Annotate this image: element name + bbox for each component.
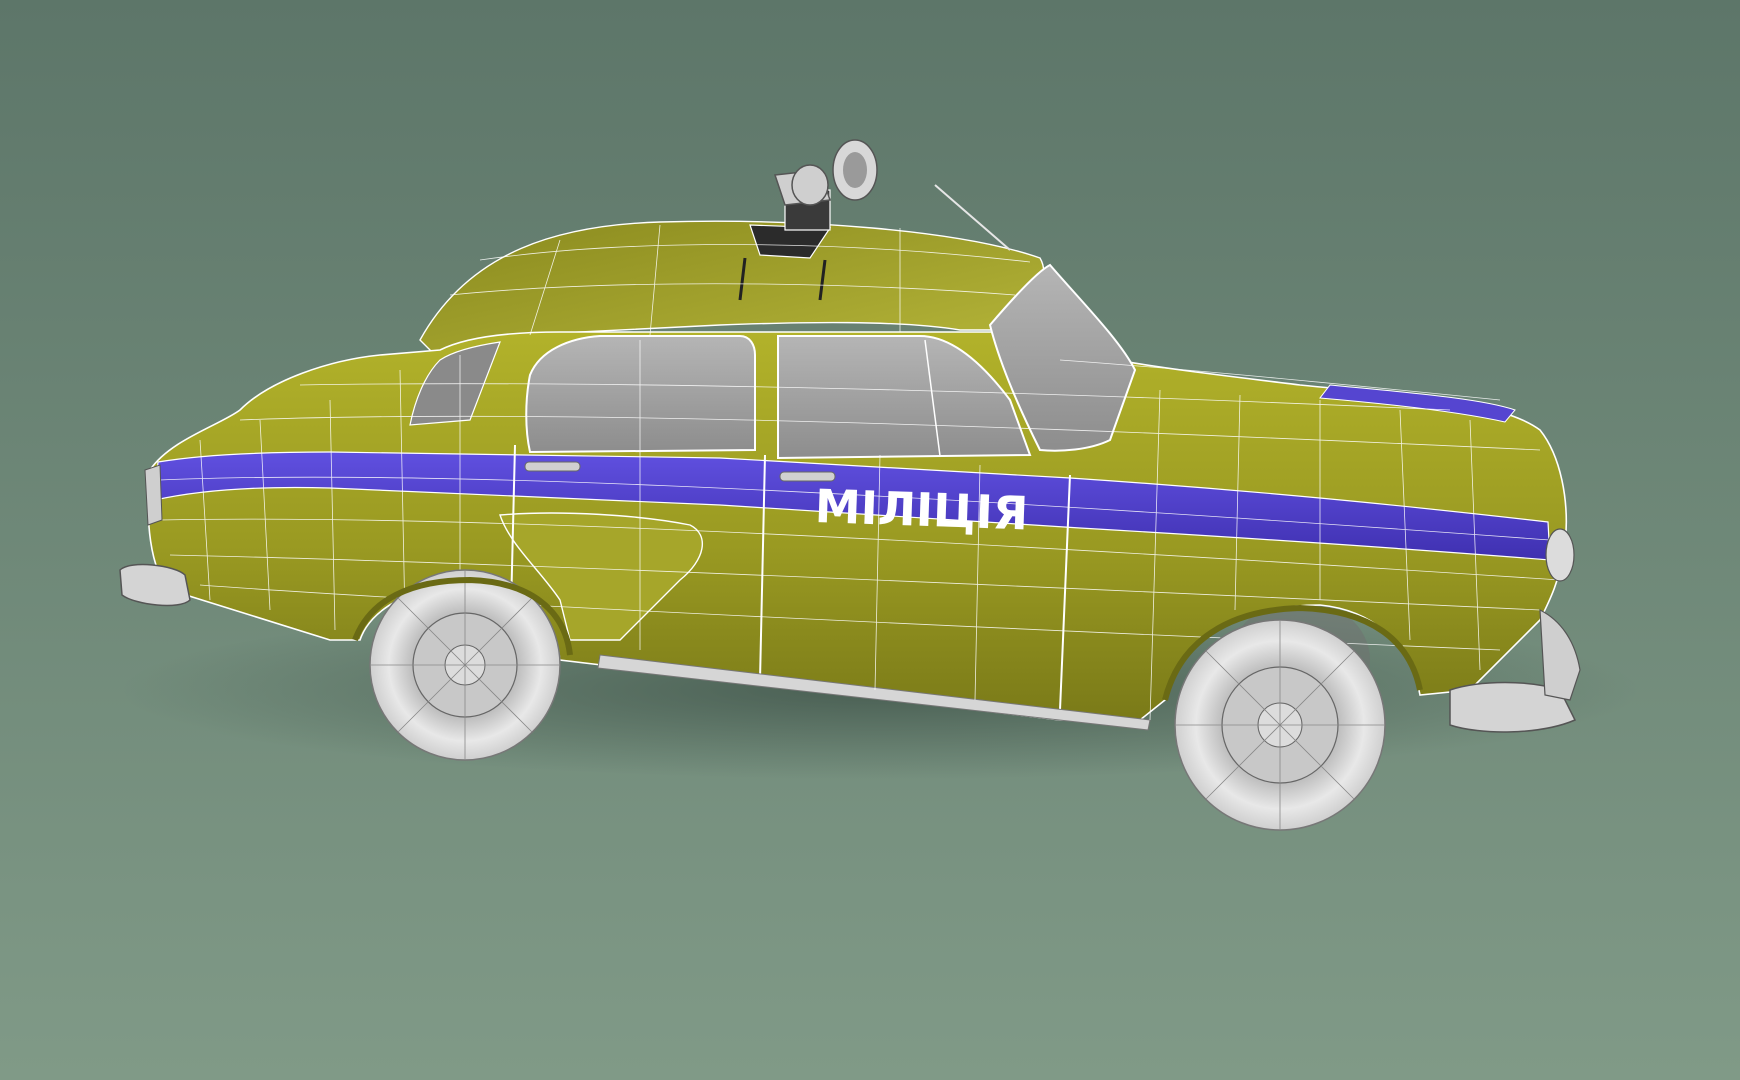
door-lettering: МІЛІЦІЯ <box>814 479 1029 540</box>
rear-door-window <box>525 335 756 454</box>
rear-door-handle <box>524 461 581 472</box>
car-render: МІЛІЦІЯ <box>0 0 1740 1080</box>
tail-light <box>144 464 163 526</box>
headlight <box>1545 528 1575 582</box>
front-wheel <box>1174 619 1386 831</box>
rear-bumper <box>119 563 191 607</box>
render-viewport: МІЛІЦІЯ <box>0 0 1740 1080</box>
